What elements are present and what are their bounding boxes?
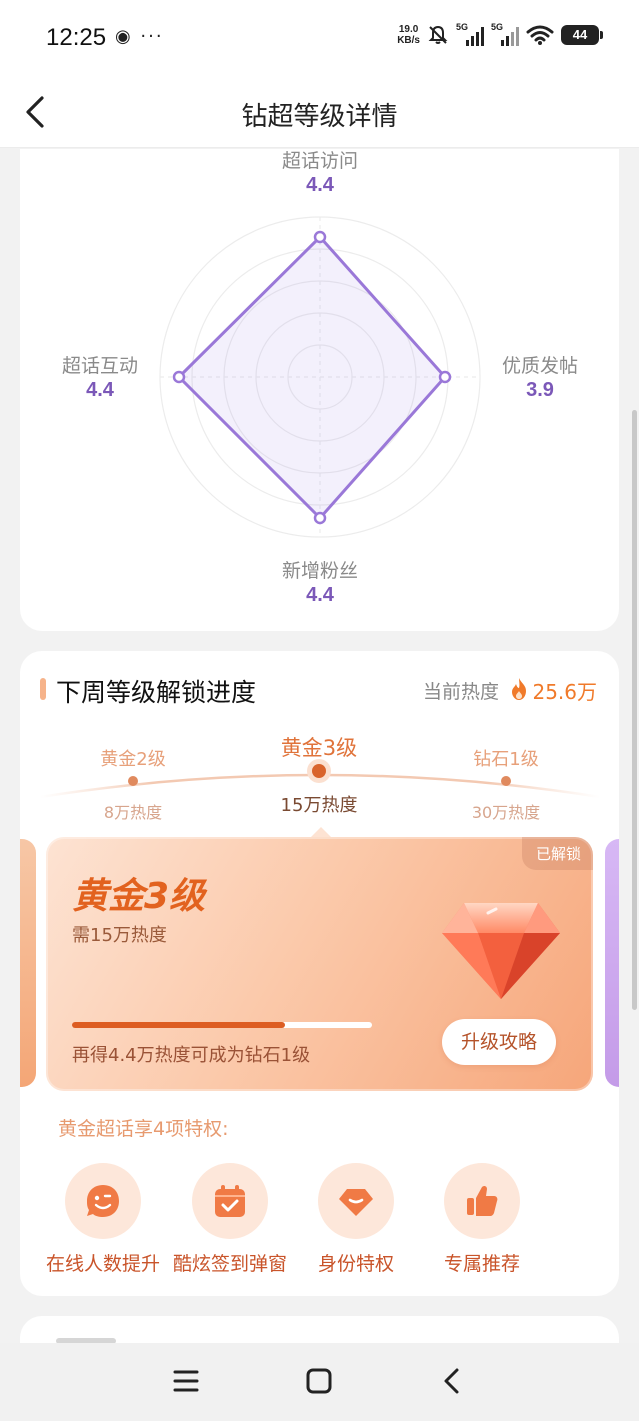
system-back-icon[interactable] [432,1363,472,1399]
gem-icon [339,1189,373,1216]
smile-face-icon [87,1185,119,1217]
panel-upgrade-tip: 再得4.4万热度可成为钻石1级 [72,1045,311,1066]
signal-1-label: 5G [456,22,469,32]
net-speed-unit: KB/s [397,35,420,46]
section-title: 下周等级解锁进度 [56,678,257,707]
signal-2-icon: 5G [491,22,519,46]
level-heat-diamond1: 30万热度 [471,803,541,822]
home-icon[interactable] [299,1363,339,1399]
next-level-card-peek[interactable] [605,839,619,1087]
privilege-checkin-popup[interactable]: 酷炫签到弹窗 [165,1163,295,1276]
mute-bell-icon [428,25,448,44]
radar-label-interact: 超话互动 [61,355,138,377]
radar-point-interact [172,370,186,384]
status-icons: 19.0 KB/s 5G 5G 44 [397,22,603,46]
level-heat-gold3: 15万热度 [280,795,358,816]
radar-value-visit: 4.4 [306,174,334,196]
net-speed: 19.0 KB/s [397,24,420,46]
timeline-dot-diamond1 [501,776,511,786]
calendar-check-icon [215,1185,245,1217]
page-title: 钻超等级详情 [241,102,398,132]
radar-point-fans [313,511,327,525]
level-progress-card: 下周等级解锁进度 当前热度 25.6万 黄金2级 8万热度 黄金3级 15万热度… [20,651,619,1296]
status-bar: 12:25 ◉ ··· 19.0 KB/s 5G 5G 44 [0,0,639,78]
gem-icon [442,903,560,999]
upgrade-guide-button[interactable]: 升级攻略 [442,1019,556,1065]
current-heat-value: 25.6万 [532,680,597,704]
level-name-gold2[interactable]: 黄金2级 [53,745,213,771]
privilege-label-online: 在线人数提升 [45,1253,160,1275]
thumbs-up-icon [467,1185,498,1216]
radar-label-post: 优质发帖 [501,355,578,377]
menu-icon[interactable] [166,1363,206,1399]
unlocked-badge: 已解锁 [521,837,593,870]
radar-point-visit [313,230,327,244]
privilege-recommend[interactable]: 专属推荐 [417,1163,547,1276]
scrollbar-thumb[interactable] [632,410,637,1010]
radar-label-fans: 新增粉丝 [281,560,358,582]
signal-2-label: 5G [491,22,504,32]
radar-card: 超话访问 4.4 优质发帖 3.9 新增粉丝 4.4 超话互动 4.4 [20,149,619,631]
timeline-dot-gold3 [312,764,326,778]
battery-icon: 44 [561,25,603,45]
radar-point-post [438,370,452,384]
level-detail-panel[interactable]: 已解锁 黄金3级 需15万热度 再得4.4万热度可成为钻石1级 升级攻略 [46,837,593,1091]
level-heat-gold2: 8万热度 [103,803,163,822]
privilege-label-checkin: 酷炫签到弹窗 [172,1253,287,1275]
net-speed-value: 19.0 [398,24,419,35]
notification-icons: ◉ ··· [115,26,164,47]
level-progress-fill [72,1022,285,1028]
radar-value-fans: 4.4 [306,584,334,606]
section-accent-bar [40,678,46,700]
radar-polygon [177,235,447,520]
signal-1-icon: 5G [456,22,484,46]
timeline-dot-gold2 [128,776,138,786]
level-name-diamond1[interactable]: 钻石1级 [426,745,586,771]
level-progress-bar [72,1022,372,1028]
status-time: 12:25 [46,24,107,51]
level-name-gold3[interactable]: 黄金3级 [239,732,399,762]
system-nav-bar [0,1343,639,1421]
wifi-icon [526,25,554,45]
prev-level-card-peek[interactable] [20,839,36,1087]
panel-requirement: 需15万热度 [72,925,167,946]
flame-icon [512,678,526,700]
privilege-online-boost[interactable]: 在线人数提升 [38,1163,168,1276]
privileges-title: 黄金超话享4项特权: [58,1118,229,1140]
current-heat-label: 当前热度 [422,681,499,703]
panel-level-name: 黄金3级 [72,876,206,917]
radar-label-visit: 超话访问 [281,150,358,172]
radar-value-post: 3.9 [526,379,554,401]
privilege-label-identity: 身份特权 [317,1253,394,1275]
radar-value-interact: 4.4 [86,379,114,401]
privilege-label-recommend: 专属推荐 [443,1253,520,1275]
nav-bar: 钻超等级详情 [0,78,639,148]
privilege-identity[interactable]: 身份特权 [291,1163,421,1276]
